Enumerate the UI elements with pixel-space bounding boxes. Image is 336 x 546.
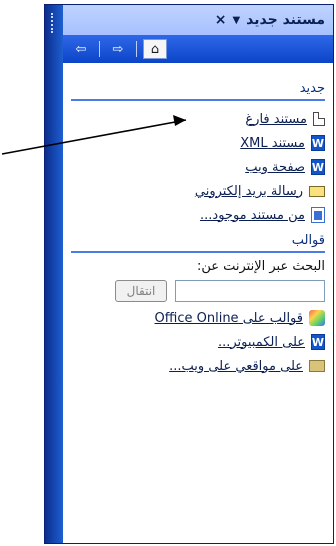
computer-templates-link[interactable]: على الكمبيوتر... bbox=[218, 335, 305, 350]
template-search-label: البحث عبر الإنترنت عن: bbox=[196, 259, 325, 274]
web-sites-folder-icon bbox=[309, 360, 325, 372]
section-divider bbox=[71, 99, 325, 101]
list-item-existing-document[interactable]: من مستند موجود... bbox=[71, 203, 325, 227]
template-search-input[interactable] bbox=[175, 280, 325, 302]
xml-document-icon: W bbox=[311, 135, 325, 151]
template-search-row: انتقال bbox=[71, 280, 325, 302]
home-icon: ⌂ bbox=[150, 41, 160, 57]
existing-document-icon bbox=[311, 207, 325, 223]
back-arrow-icon: ⇦ bbox=[75, 41, 87, 57]
chevron-down-icon[interactable]: ▼ bbox=[232, 15, 240, 26]
computer-templates-icon: W bbox=[311, 334, 325, 350]
list-item-office-online-templates[interactable]: قوالب على Office Online bbox=[71, 306, 325, 330]
forward-button[interactable]: ⇨ bbox=[106, 39, 130, 59]
list-item-web-page[interactable]: W صفحة ويب bbox=[71, 155, 325, 179]
web-page-link[interactable]: صفحة ويب bbox=[245, 160, 305, 175]
blank-document-icon bbox=[313, 112, 325, 126]
new-items-list: مستند فارغ W مستند XML W صفحة ويب رسالة … bbox=[71, 107, 325, 227]
existing-document-link[interactable]: من مستند موجود... bbox=[200, 208, 305, 223]
section-title-templates: قوالب bbox=[291, 233, 325, 248]
go-button[interactable]: انتقال bbox=[115, 280, 167, 302]
web-page-icon: W bbox=[311, 159, 325, 175]
home-button[interactable]: ⌂ bbox=[143, 39, 167, 59]
task-pane-nav: ⇦ ⇨ ⌂ bbox=[63, 35, 333, 63]
pane-grip[interactable] bbox=[51, 13, 56, 33]
nav-separator bbox=[136, 41, 137, 57]
close-icon[interactable]: × bbox=[215, 12, 227, 28]
office-online-link[interactable]: قوالب على Office Online bbox=[155, 311, 303, 326]
list-item-computer-templates[interactable]: W على الكمبيوتر... bbox=[71, 330, 325, 354]
task-pane-content: جديد مستند فارغ W مستند XML W صفحة ويب ر… bbox=[63, 63, 333, 543]
back-button[interactable]: ⇦ bbox=[69, 39, 93, 59]
email-icon bbox=[309, 185, 325, 197]
list-item-web-sites[interactable]: على مواقعي على ويب... bbox=[71, 354, 325, 378]
section-title-new: جديد bbox=[299, 81, 325, 96]
template-items-list: قوالب على Office Online W على الكمبيوتر.… bbox=[71, 306, 325, 378]
xml-document-link[interactable]: مستند XML bbox=[240, 136, 305, 151]
blank-document-link[interactable]: مستند فارغ bbox=[245, 112, 307, 127]
task-pane: مستند جديد ▼ × ⇦ ⇨ ⌂ جديد مستند فارغ W م… bbox=[44, 4, 334, 544]
list-item-xml-document[interactable]: W مستند XML bbox=[71, 131, 325, 155]
forward-arrow-icon: ⇨ bbox=[112, 41, 124, 57]
section-divider bbox=[71, 251, 325, 253]
email-link[interactable]: رسالة بريد إلكتروني bbox=[195, 184, 303, 199]
pane-left-strip bbox=[45, 5, 63, 543]
nav-separator bbox=[99, 41, 100, 57]
web-sites-link[interactable]: على مواقعي على ويب... bbox=[169, 359, 303, 374]
task-pane-title: مستند جديد bbox=[246, 12, 325, 28]
office-online-icon bbox=[309, 310, 325, 326]
task-pane-title-bar: مستند جديد ▼ × bbox=[63, 5, 333, 35]
list-item-email[interactable]: رسالة بريد إلكتروني bbox=[71, 179, 325, 203]
list-item-blank-document[interactable]: مستند فارغ bbox=[71, 107, 325, 131]
